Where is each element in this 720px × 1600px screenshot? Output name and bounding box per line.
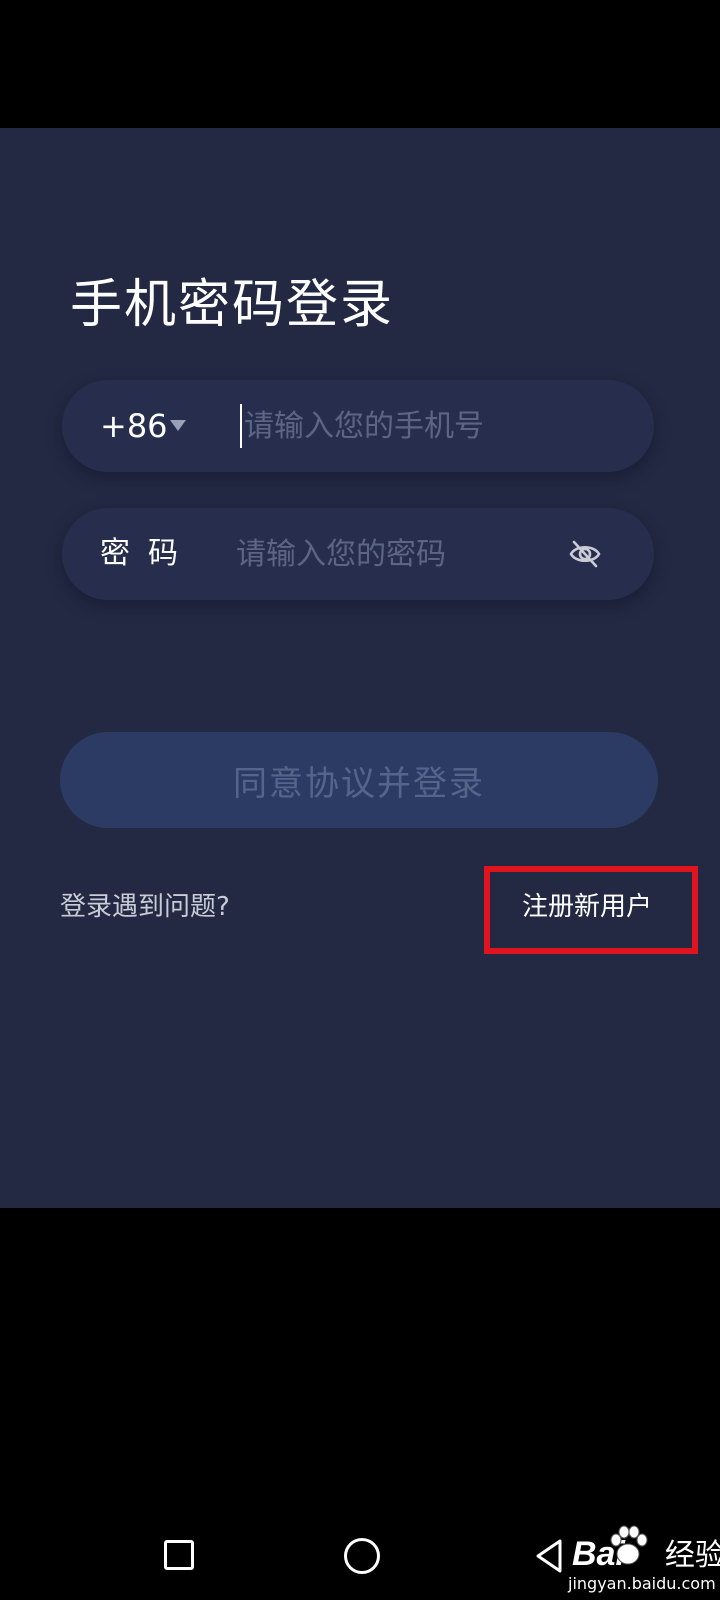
dropdown-caret-icon[interactable] xyxy=(170,420,186,431)
watermark-site: jingyan.baidu.com xyxy=(568,1574,716,1593)
paw-logo-icon xyxy=(610,1525,648,1565)
square-icon[interactable] xyxy=(164,1540,194,1570)
phone-input[interactable] xyxy=(244,380,624,472)
login-help-link[interactable]: 登录遇到问题? xyxy=(60,886,230,923)
triangle-back-icon[interactable] xyxy=(530,1536,570,1576)
country-code-selector[interactable]: +86 xyxy=(100,380,168,472)
text-cursor xyxy=(240,404,242,448)
password-field: 密码 xyxy=(62,508,654,600)
page-title: 手机密码登录 xyxy=(70,275,395,335)
agree-and-login-button[interactable]: 同意协议并登录 xyxy=(60,732,658,828)
watermark-brand: Bai 经验 xyxy=(572,1535,720,1573)
eye-off-icon[interactable] xyxy=(568,538,602,570)
circle-icon[interactable] xyxy=(344,1538,380,1574)
phone-field: +86 xyxy=(62,380,654,472)
phone-screen: 手机密码登录 +86 密码 同意协议并登录 登录遇到问题? 注册新用户 Bai经… xyxy=(0,0,720,1600)
baidu-jingyan-watermark: Bai 经验 jingyan.baidu.com xyxy=(560,1524,720,1600)
password-label: 密码 xyxy=(100,536,196,571)
register-new-user-link[interactable]: 注册新用户 xyxy=(522,886,652,923)
password-input[interactable] xyxy=(236,508,566,600)
